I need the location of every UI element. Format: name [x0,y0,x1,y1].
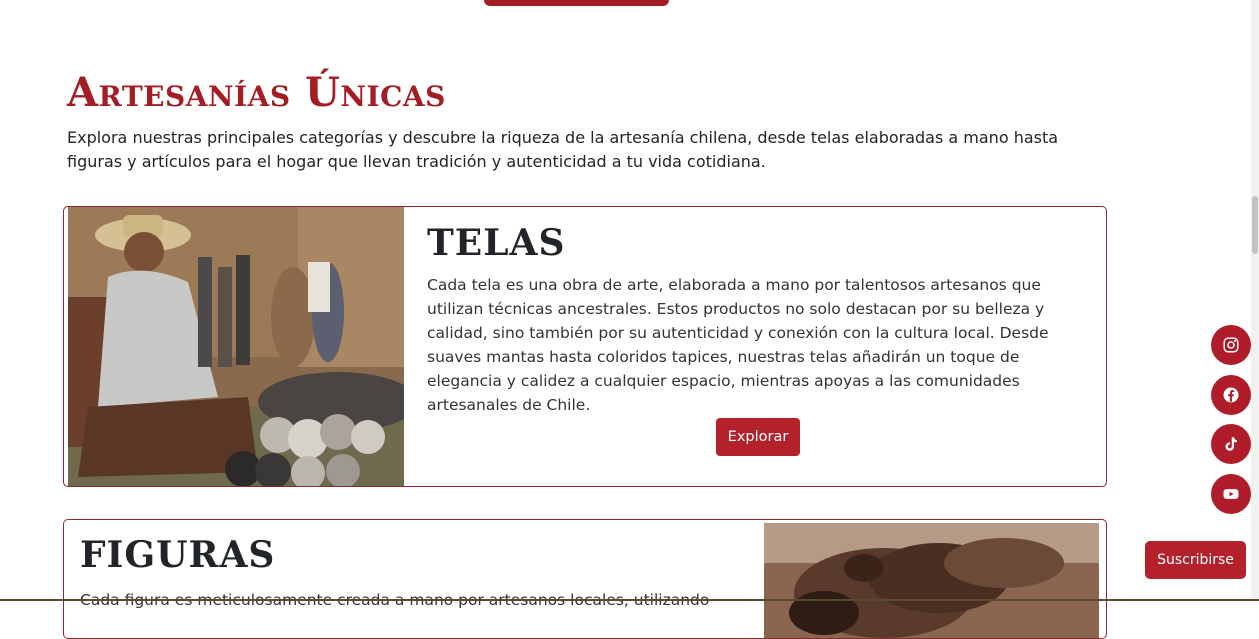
tiktok-icon[interactable] [1211,424,1251,464]
card-title-figuras: FIGURAS [80,534,276,576]
category-card-figuras: FIGURAS Cada figura es meticulosamente c… [63,519,1107,639]
explore-button[interactable]: Explorar [716,418,800,456]
figuras-photo [764,523,1099,638]
subscribe-button[interactable]: Suscribirse [1145,541,1246,579]
section-title: Artesanías Únicas [67,69,446,116]
youtube-icon[interactable] [1211,474,1251,514]
vertical-scrollbar[interactable] [1251,0,1259,601]
instagram-icon[interactable] [1211,325,1251,365]
card-text-telas: Cada tela es una obra de arte, elaborada… [427,276,1049,414]
top-action-button[interactable] [484,0,669,6]
section-intro: Explora nuestras principales categorías … [67,128,1059,171]
card-title-telas: TELAS [427,222,566,264]
category-card-telas: TELAS Cada tela es una obra de arte, ela… [63,206,1107,487]
scrollbar-thumb[interactable] [1252,196,1258,254]
facebook-icon[interactable] [1211,375,1251,415]
telas-photo [68,207,404,486]
